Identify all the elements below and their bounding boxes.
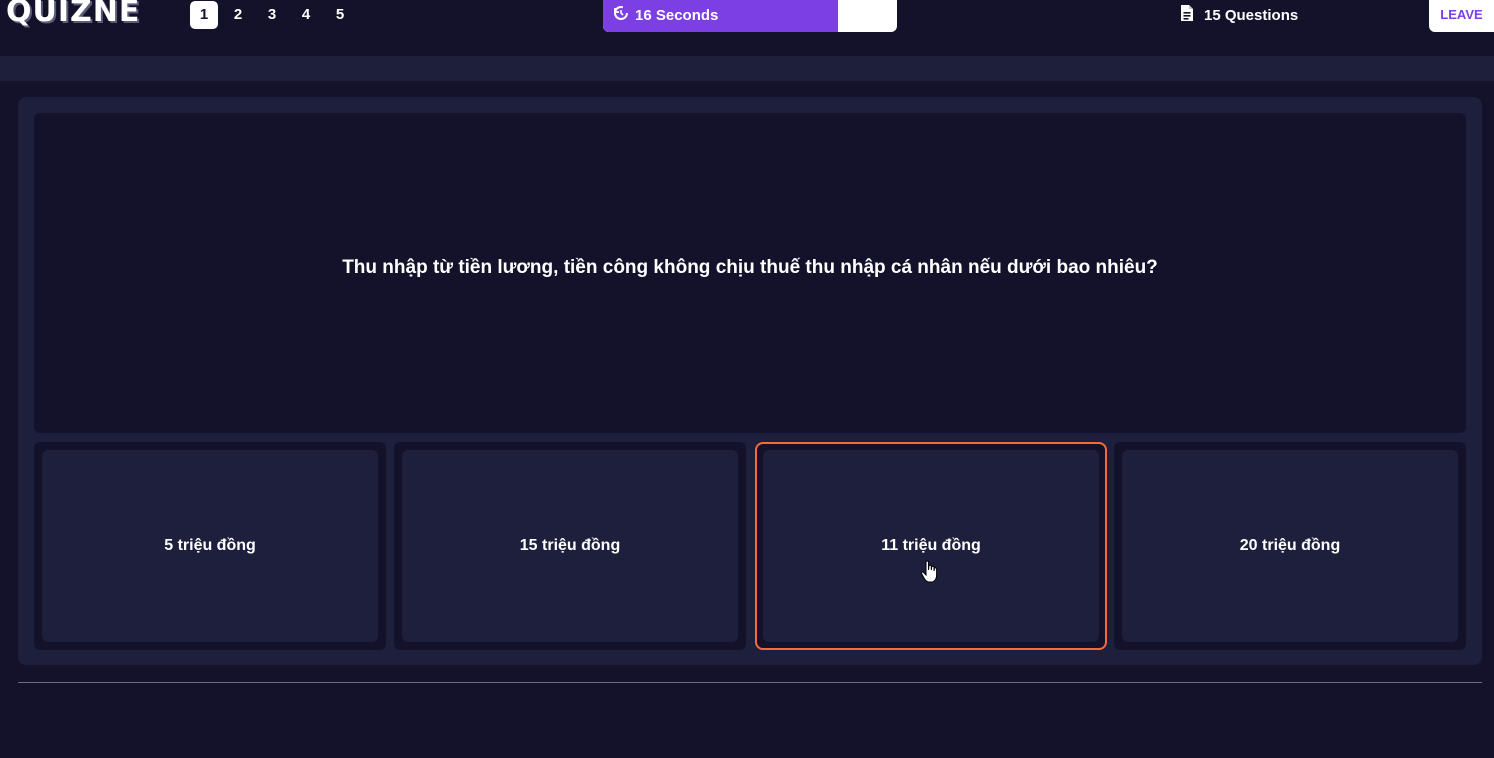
hand-pointer-icon xyxy=(920,560,940,589)
page-2-button[interactable]: 2 xyxy=(224,1,252,29)
timer-content: 16 Seconds xyxy=(613,0,718,30)
option-2-button[interactable]: 15 triệu đồng xyxy=(402,450,738,642)
question-text: Thu nhập từ tiền lương, tiền công không … xyxy=(342,257,1158,278)
option-2-container: 15 triệu đồng xyxy=(394,442,746,650)
header-band xyxy=(0,56,1494,81)
timer-label: 16 Seconds xyxy=(635,6,719,24)
page-navigation: 1 2 3 4 5 xyxy=(190,1,354,29)
option-1-container: 5 triệu đồng xyxy=(34,442,386,650)
document-icon xyxy=(1180,4,1194,26)
timer-bar: 16 Seconds xyxy=(603,0,897,32)
top-bar: QUIZNE 1 2 3 4 5 16 Seconds 15 Questions… xyxy=(0,0,1494,56)
leave-button[interactable]: LEAVE xyxy=(1429,0,1494,32)
divider xyxy=(18,682,1482,683)
option-4-container: 20 triệu đồng xyxy=(1114,442,1466,650)
option-3-container: 11 triệu đồng xyxy=(755,442,1107,650)
questions-count-label: 15 Questions xyxy=(1204,6,1299,24)
timer-reset-icon xyxy=(613,5,629,25)
option-1-button[interactable]: 5 triệu đồng xyxy=(42,450,378,642)
option-3-button[interactable]: 11 triệu đồng xyxy=(763,450,1099,642)
option-4-button[interactable]: 20 triệu đồng xyxy=(1122,450,1458,642)
page-3-button[interactable]: 3 xyxy=(258,1,286,29)
quizne-logo: QUIZNE xyxy=(6,0,141,29)
questions-count: 15 Questions xyxy=(1180,4,1298,26)
question-box: Thu nhập từ tiền lương, tiền công không … xyxy=(34,113,1466,433)
page-4-button[interactable]: 4 xyxy=(292,1,320,29)
page-1-button[interactable]: 1 xyxy=(190,1,218,29)
page-5-button[interactable]: 5 xyxy=(326,1,354,29)
